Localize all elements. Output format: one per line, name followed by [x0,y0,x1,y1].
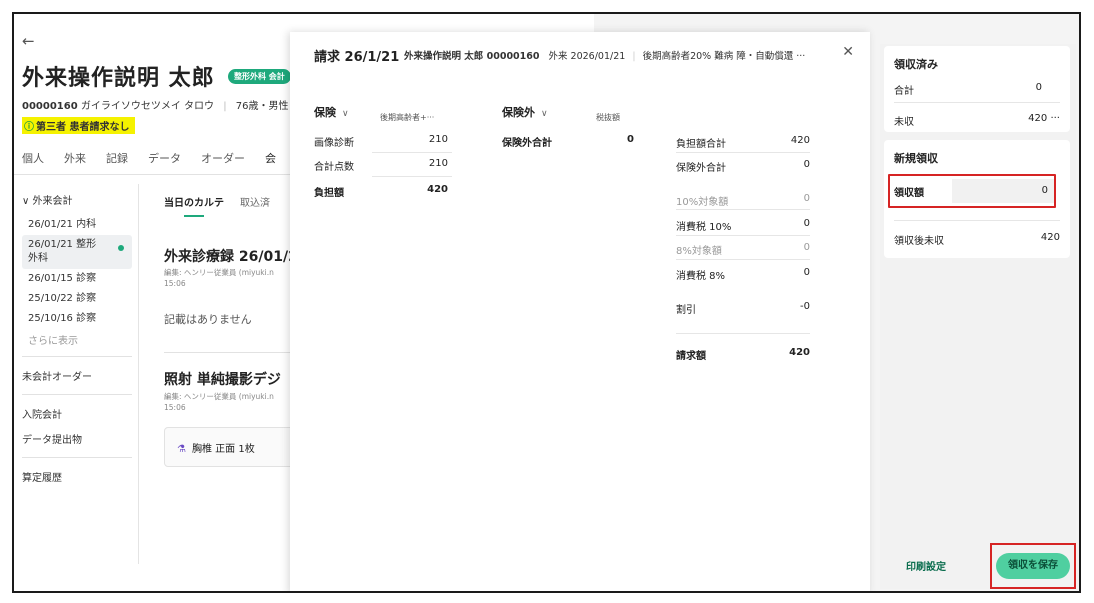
sidebar-item-visit[interactable]: 26/01/21 内科 [22,215,132,235]
info-icon: ⓘ [24,122,34,133]
meta-separator: | [223,101,227,112]
row-divider [676,152,810,153]
card-divider [894,220,1060,221]
row-divider [676,209,810,210]
summary-row: 保険外合計 0 [676,159,810,174]
order-item[interactable]: ⚗ 胸椎 正面 1枚 [164,427,304,467]
back-arrow-icon[interactable]: ← [22,32,35,50]
tab-data[interactable]: データ [148,150,181,166]
print-settings-link[interactable]: 印刷設定 [906,558,946,573]
insured-header[interactable]: 保険 ∨ [314,104,349,120]
save-receipt-button[interactable]: 領収を保存 [996,553,1070,579]
sidebar-border [138,184,139,564]
bill-subtitle: 外来操作説明 太郎 00000160 外来 2026/01/21 | 後期高齢者… [404,48,805,62]
sidebar-header[interactable]: ∨ 外来会計 [22,192,132,207]
patient-kana: ガイライソウセツメイ タロウ [80,101,215,112]
tab-orders[interactable]: オーダー [201,150,245,166]
summary-row: 8%対象額 0 [676,242,810,257]
billing-panel: 請求 26/1/21 外来操作説明 太郎 00000160 外来 2026/01… [290,32,870,591]
summary-row: 負担額合計 420 [676,135,810,150]
received-total-row: 合計 0 [894,82,1042,97]
record-editor: 編集: ヘンリー従業員 (miyuki.n 15:06 [164,268,274,288]
record-divider [164,352,294,353]
uninsured-total-row: 保険外合計 0 [502,134,634,149]
discount-row: 割引 -0 [676,301,810,316]
tab-imported[interactable]: 取込済 [240,194,270,209]
sidebar-data-submit[interactable]: データ提出物 [22,426,132,451]
sidebar-divider [22,356,132,357]
after-receipt-unpaid-row: 領収後未収 420 [894,232,1060,247]
tab-personal[interactable]: 個人 [22,150,44,166]
sidebar-inpatient[interactable]: 入院会計 [22,401,132,426]
bill-patient: 外来操作説明 太郎 00000160 [404,51,540,62]
sidebar-divider [22,457,132,458]
insured-total-row: 負担額 420 [314,184,448,199]
sidebar-item-visit[interactable]: 26/01/15 診察 [22,269,132,289]
new-receipt-card: 新規領収 領収額 0 領収後未収 420 [884,140,1070,258]
sidebar-calc-history[interactable]: 算定履歴 [22,464,132,489]
new-receipt-title: 新規領収 [894,152,938,165]
receipt-amount-input[interactable]: 0 [952,179,1054,203]
card-divider [894,102,1060,103]
insured-row: 画像診断 210 [314,134,448,149]
chevron-down-icon: ∨ [342,109,349,119]
status-dot-icon [118,245,124,251]
accounting-sidebar: ∨ 外来会計 26/01/21 内科 26/01/21 整形外科 26/01/1… [22,192,132,489]
sidebar-show-more[interactable]: さらに表示 [22,329,132,350]
tab-today-chart[interactable]: 当日のカルテ [164,194,224,217]
tab-accounting[interactable]: 会 [265,150,276,166]
order-title: 照射 単純撮影デジ [164,372,281,388]
row-divider [676,333,810,334]
billed-amount-row: 請求額 420 [676,347,810,362]
summary-row: 消費税 10% 0 [676,218,810,233]
receipt-panel: 領収済み 合計 0 未収 420 ··· 新規領収 領収額 0 領収後未収 420 印… [880,44,1076,589]
bill-title: 請求 26/1/21 [314,50,400,65]
bill-insurance-info[interactable]: 後期高齢者20% 難病 障・自動償還 ··· [643,51,806,62]
receipt-amount-label: 領収額 [894,187,924,199]
nav-tabs: 個人 外来 記録 データ オーダー 会 [22,150,276,166]
received-title: 領収済み [894,58,938,71]
tab-outpatient[interactable]: 外来 [64,150,86,166]
sidebar-divider [22,394,132,395]
patient-name: 外来操作説明 太郎 [22,66,215,91]
chevron-down-icon: ∨ [541,109,548,119]
insured-row: 合計点数 210 [314,158,448,173]
app-frame: ← 外来操作説明 太郎 整形外科 会計 00000160 ガイライソウセツメイ … [12,12,1081,593]
row-divider [676,259,810,260]
save-highlight: 領収を保存 [990,543,1076,589]
flask-icon: ⚗ [177,444,186,455]
third-party-label: 第三者 患者請求なし [36,122,130,133]
sidebar-item-selected-visit[interactable]: 26/01/21 整形外科 [22,235,132,269]
insured-subheader: 後期高齢者+··· [380,113,435,122]
department-badge: 整形外科 会計 [228,69,291,84]
received-card: 領収済み 合計 0 未収 420 ··· [884,46,1070,132]
third-party-note: ⓘ 第三者 患者請求なし [22,117,136,134]
patient-id: 00000160 [22,101,78,112]
sidebar-item-visit[interactable]: 25/10/16 診察 [22,309,132,329]
sidebar-item-visit[interactable]: 25/10/22 診察 [22,289,132,309]
summary-row: 10%対象額 0 [676,193,810,208]
order-editor: 編集: ヘンリー従業員 (miyuki.n 15:06 [164,392,274,412]
receipt-amount-field[interactable]: 領収額 0 [888,174,1056,208]
tab-records[interactable]: 記録 [106,150,128,166]
summary-row: 消費税 8% 0 [676,267,810,282]
record-empty-text: 記載はありません [164,313,252,326]
uninsured-header[interactable]: 保険外 ∨ [502,104,548,120]
row-divider [676,235,810,236]
patient-meta: 00000160 ガイライソウセツメイ タロウ | 76歳・男性 [22,97,289,112]
chart-tabs: 当日のカルテ 取込済 [164,194,270,217]
tax-excluded-header: 税抜額 [596,113,620,122]
record-title: 外来診療録 26/01/2 [164,249,298,265]
row-divider [372,152,452,153]
more-icon[interactable]: ··· [1050,113,1060,124]
row-divider [372,176,452,177]
unpaid-row: 未収 420 ··· [894,113,1060,128]
bill-visit: 外来 2026/01/21 [548,51,626,62]
close-icon[interactable]: ✕ [842,44,854,60]
sidebar-unbilled-orders[interactable]: 未会計オーダー [22,363,132,388]
subtitle-separator: | [632,51,636,62]
patient-age-sex: 76歳・男性 [235,101,289,112]
